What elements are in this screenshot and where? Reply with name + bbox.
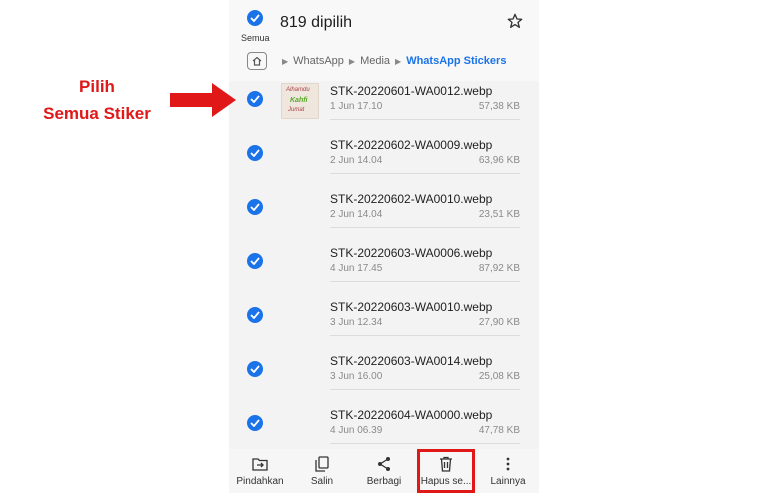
file-date: 4 Jun 17.45 xyxy=(330,263,383,274)
file-size: 63,96 KB xyxy=(478,155,520,166)
delete-label: Hapus se... xyxy=(420,475,472,487)
file-date: 2 Jun 14.04 xyxy=(330,155,383,166)
list-item[interactable]: STK-20220603-WA0010.webp 3 Jun 12.34 27,… xyxy=(229,299,539,353)
annotation-line2: Semua Stiker xyxy=(43,104,151,123)
file-size: 47,78 KB xyxy=(478,425,520,436)
check-icon[interactable] xyxy=(247,253,263,269)
divider xyxy=(330,173,520,174)
breadcrumb-whatsapp[interactable]: WhatsApp xyxy=(293,55,344,67)
move-icon xyxy=(252,456,268,472)
selection-header: Semua 819 dipilih ▶ WhatsApp ▶ Media ▶ W… xyxy=(229,0,539,81)
annotation-text: Pilih Semua Stiker xyxy=(27,73,167,127)
move-button[interactable]: Pindahkan xyxy=(231,449,289,493)
file-date: 4 Jun 06.39 xyxy=(330,425,383,436)
file-size: 23,51 KB xyxy=(478,209,520,220)
divider xyxy=(330,389,520,390)
sticker-thumbnail: Alhamdu Kahfi Jumat xyxy=(281,83,319,119)
check-icon[interactable] xyxy=(247,145,263,161)
move-label: Pindahkan xyxy=(236,475,284,487)
file-name: STK-20220603-WA0010.webp xyxy=(330,300,493,314)
selected-count: 819 dipilih xyxy=(280,14,353,31)
breadcrumb: ▶ WhatsApp ▶ Media ▶ WhatsApp Stickers xyxy=(247,50,506,72)
delete-all-button[interactable]: Hapus se... xyxy=(417,449,475,493)
copy-button[interactable]: Salin xyxy=(293,449,351,493)
divider xyxy=(330,227,520,228)
file-date: 2 Jun 14.04 xyxy=(330,209,383,220)
annotation-line1: Pilih xyxy=(79,77,115,96)
check-icon xyxy=(247,10,263,26)
more-label: Lainnya xyxy=(490,475,526,487)
list-item[interactable]: STK-20220602-WA0009.webp 2 Jun 14.04 63,… xyxy=(229,137,539,191)
breadcrumb-whatsapp-stickers[interactable]: WhatsApp Stickers xyxy=(406,55,506,67)
file-size: 87,92 KB xyxy=(478,263,520,274)
file-name: STK-20220603-WA0006.webp xyxy=(330,246,493,260)
check-icon[interactable] xyxy=(247,361,263,377)
breadcrumb-media[interactable]: Media xyxy=(360,55,390,67)
chevron-right-icon: ▶ xyxy=(282,56,289,66)
trash-icon xyxy=(439,456,453,472)
select-all-label: Semua xyxy=(241,33,270,43)
copy-label: Salin xyxy=(310,475,334,487)
list-item[interactable]: Alhamdu Kahfi Jumat STK-20220601-WA0012.we… xyxy=(229,83,539,137)
file-size: 57,38 KB xyxy=(478,101,520,112)
file-date: 3 Jun 16.00 xyxy=(330,371,383,382)
list-item[interactable]: STK-20220602-WA0010.webp 2 Jun 14.04 23,… xyxy=(229,191,539,245)
divider xyxy=(330,281,520,282)
copy-icon xyxy=(315,455,329,472)
more-vertical-icon xyxy=(506,456,510,472)
file-name: STK-20220601-WA0012.webp xyxy=(330,84,493,98)
divider xyxy=(330,119,520,120)
file-size: 25,08 KB xyxy=(478,371,520,382)
file-name: STK-20220602-WA0009.webp xyxy=(330,138,493,152)
file-name: STK-20220604-WA0000.webp xyxy=(330,408,493,422)
share-icon xyxy=(377,456,391,472)
file-name: STK-20220602-WA0010.webp xyxy=(330,192,493,206)
check-icon[interactable] xyxy=(247,199,263,215)
red-arrow-icon xyxy=(170,83,236,117)
share-button[interactable]: Berbagi xyxy=(355,449,413,493)
file-date: 1 Jun 17.10 xyxy=(330,101,383,112)
divider xyxy=(330,443,520,444)
check-icon[interactable] xyxy=(247,307,263,323)
more-button[interactable]: Lainnya xyxy=(479,449,537,493)
bottom-action-bar: Pindahkan Salin Berbagi Hapus se... Lain… xyxy=(229,449,539,493)
home-icon[interactable] xyxy=(247,52,267,70)
star-icon[interactable] xyxy=(507,13,523,34)
list-item[interactable]: STK-20220603-WA0006.webp 4 Jun 17.45 87,… xyxy=(229,245,539,299)
list-item[interactable]: STK-20220603-WA0014.webp 3 Jun 16.00 25,… xyxy=(229,353,539,407)
file-name: STK-20220603-WA0014.webp xyxy=(330,354,493,368)
file-manager-screen: Semua 819 dipilih ▶ WhatsApp ▶ Media ▶ W… xyxy=(229,0,539,493)
chevron-right-icon: ▶ xyxy=(348,56,356,66)
divider xyxy=(330,335,520,336)
chevron-right-icon: ▶ xyxy=(395,56,402,66)
check-icon[interactable] xyxy=(247,415,263,431)
share-label: Berbagi xyxy=(366,475,402,487)
check-icon[interactable] xyxy=(247,91,263,107)
select-all-toggle[interactable]: Semua xyxy=(241,10,270,43)
file-size: 27,90 KB xyxy=(478,317,520,328)
file-date: 3 Jun 12.34 xyxy=(330,317,383,328)
